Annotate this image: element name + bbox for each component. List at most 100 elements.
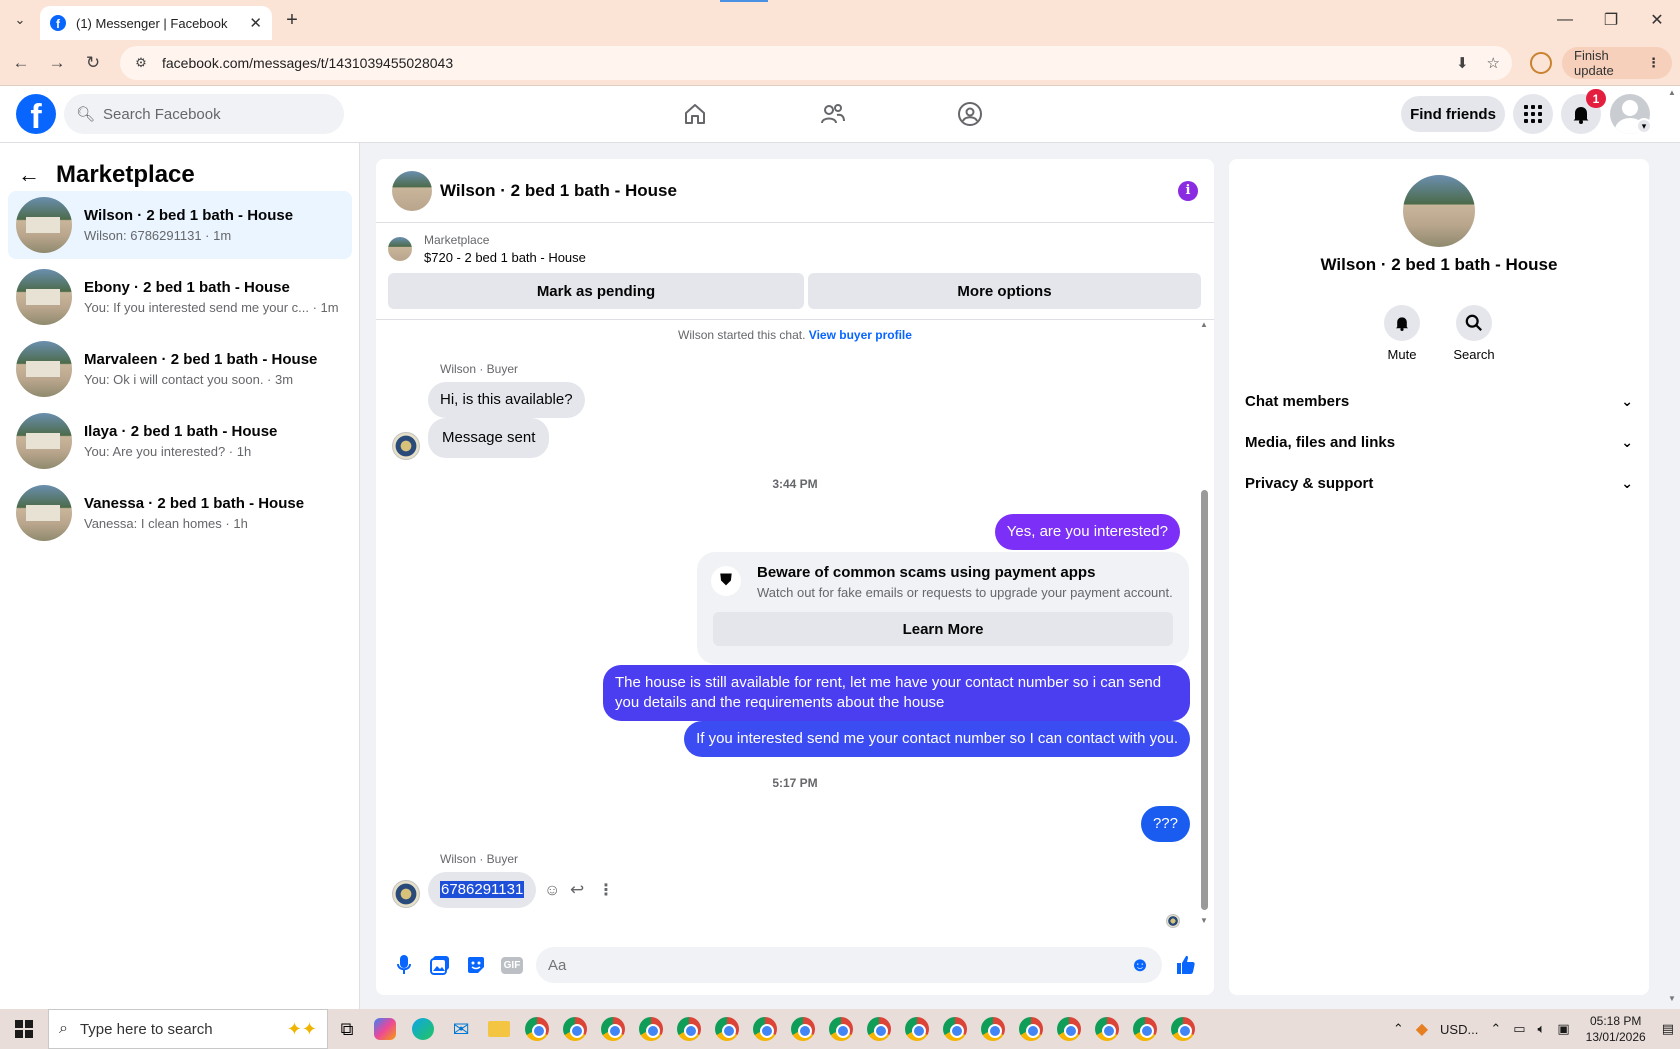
network-icon[interactable]: ▣	[1557, 1021, 1569, 1037]
message-bubble-outgoing[interactable]: If you interested send me your contact n…	[684, 721, 1190, 757]
battery-icon[interactable]: ▭	[1513, 1021, 1525, 1037]
message-bubble-incoming[interactable]: Hi, is this available?	[428, 382, 585, 418]
new-tab-plus-icon[interactable]: +	[280, 8, 304, 32]
reload-icon[interactable]: ↻	[80, 50, 106, 76]
view-buyer-profile-link[interactable]: View buyer profile	[809, 328, 912, 342]
currency-widget-icon[interactable]: ◆	[1416, 1019, 1428, 1039]
chat-members-section[interactable]: Chat members ⌄	[1245, 381, 1633, 421]
tab-close-icon[interactable]: ✕	[249, 14, 262, 32]
sticker-icon[interactable]	[458, 947, 494, 983]
notification-center-icon[interactable]: ▤	[1662, 1021, 1674, 1037]
chat-title[interactable]: Wilson · 2 bed 1 bath - House	[440, 181, 1178, 201]
mark-as-pending-button[interactable]: Mark as pending	[388, 273, 804, 309]
chrome-app-icon[interactable]	[1012, 1009, 1050, 1049]
chrome-app-icon[interactable]	[974, 1009, 1012, 1049]
message-bubble-outgoing[interactable]: The house is still available for rent, l…	[603, 665, 1190, 721]
reply-arrow-icon[interactable]: ↩	[570, 880, 584, 900]
site-info-icon[interactable]: ⚙	[132, 54, 150, 72]
message-scrollbar[interactable]: ▲ ▼	[1198, 320, 1210, 925]
scrollbar-thumb[interactable]	[1201, 490, 1208, 910]
scroll-down-arrow-icon[interactable]: ▼	[1200, 916, 1208, 925]
message-input[interactable]	[536, 947, 1162, 983]
chrome-app-icon[interactable]	[784, 1009, 822, 1049]
chrome-app-icon[interactable]	[936, 1009, 974, 1049]
sender-avatar[interactable]	[392, 880, 420, 908]
page-scroll-up-icon[interactable]: ▲	[1668, 88, 1676, 97]
more-options-button[interactable]: More options	[808, 273, 1201, 309]
message-bubble-outgoing[interactable]: ???	[1140, 806, 1190, 842]
browser-tab-messenger[interactable]: f (1) Messenger | Facebook ✕	[40, 6, 272, 40]
message-bubble-incoming[interactable]: 6786291131	[428, 872, 537, 908]
listing-summary[interactable]: Marketplace $720 - 2 bed 1 bath - House	[388, 233, 586, 265]
hidden-icons-chevron-icon[interactable]: ⌃	[1490, 1021, 1501, 1037]
tab-search-chevron-icon[interactable]: ⌄	[8, 8, 32, 32]
chrome-app-icon[interactable]	[1088, 1009, 1126, 1049]
back-arrow-icon[interactable]: ←	[8, 50, 34, 76]
currency-widget-label[interactable]: USD...	[1440, 1022, 1478, 1037]
scroll-up-arrow-icon[interactable]: ▲	[1200, 320, 1208, 329]
privacy-support-section[interactable]: Privacy & support ⌄	[1245, 463, 1633, 503]
volume-icon[interactable]: 🔈︎	[1538, 1021, 1546, 1037]
taskbar-search-box[interactable]: ⌕ Type here to search ✦✦	[48, 1009, 328, 1049]
react-smiley-icon[interactable]: ☺	[544, 882, 560, 900]
conversation-item-marvaleen[interactable]: Marvaleen · 2 bed 1 bath - House You: Ok…	[8, 335, 352, 403]
chrome-app-icon[interactable]	[860, 1009, 898, 1049]
finish-update-button[interactable]: Finish update ⋮	[1562, 47, 1672, 79]
emoji-smiley-icon[interactable]: ☻	[1122, 954, 1158, 977]
selected-phone-number[interactable]: 6786291131	[440, 881, 525, 898]
more-actions-icon[interactable]: ⋮	[598, 880, 614, 900]
facebook-search-input[interactable]: 🔍︎ Search Facebook	[64, 94, 344, 134]
search-in-conversation-button[interactable]: Search	[1444, 305, 1504, 362]
account-chevron-icon[interactable]: ▾	[1636, 118, 1652, 134]
message-bubble-incoming[interactable]: Message sent	[428, 418, 550, 458]
mail-icon[interactable]: ✉	[442, 1009, 480, 1049]
photo-gallery-icon[interactable]	[422, 947, 458, 983]
chrome-app-icon[interactable]	[1126, 1009, 1164, 1049]
home-icon[interactable]	[675, 96, 715, 132]
gif-icon[interactable]: GIF	[494, 947, 530, 983]
chrome-app-icon[interactable]	[822, 1009, 860, 1049]
address-bar[interactable]: ⚙ facebook.com/messages/t/14310394550280…	[120, 46, 1512, 80]
listing-profile-photo[interactable]	[1403, 175, 1475, 247]
install-app-icon[interactable]: ⬇	[1456, 54, 1469, 72]
back-arrow-icon[interactable]: ←	[18, 162, 40, 188]
chrome-app-icon[interactable]	[898, 1009, 936, 1049]
chrome-app-icon[interactable]	[1050, 1009, 1088, 1049]
chrome-app-icon[interactable]	[556, 1009, 594, 1049]
menu-grid-icon[interactable]	[1513, 94, 1553, 134]
copilot-icon[interactable]	[366, 1009, 404, 1049]
facebook-logo-icon[interactable]: f	[16, 94, 56, 134]
learn-more-button[interactable]: Learn More	[713, 612, 1173, 646]
taskbar-clock[interactable]: 05:18 PM 13/01/2026	[1586, 1013, 1646, 1045]
file-explorer-icon[interactable]	[480, 1009, 518, 1049]
edge-browser-icon[interactable]	[404, 1009, 442, 1049]
window-close-icon[interactable]: ✕	[1634, 6, 1680, 34]
chrome-app-icon[interactable]	[518, 1009, 556, 1049]
tray-overflow-chevron-icon[interactable]: ⌃	[1393, 1021, 1404, 1037]
conversation-item-vanessa[interactable]: Vanessa · 2 bed 1 bath - House Vanessa: …	[8, 479, 352, 547]
chrome-app-icon[interactable]	[594, 1009, 632, 1049]
task-view-icon[interactable]: ⧉	[328, 1009, 366, 1049]
microphone-icon[interactable]	[386, 947, 422, 983]
chat-listing-thumbnail[interactable]	[392, 170, 432, 211]
browser-menu-icon[interactable]: ⋮	[1647, 55, 1660, 71]
sender-avatar[interactable]	[392, 432, 420, 460]
find-friends-button[interactable]: Find friends	[1401, 96, 1505, 132]
page-scrollbar[interactable]: ▲ ▼	[1664, 88, 1680, 1008]
conversation-item-ilaya[interactable]: Ilaya · 2 bed 1 bath - House You: Are yo…	[8, 407, 352, 475]
forward-arrow-icon[interactable]: →	[44, 50, 70, 76]
browser-profile-icon[interactable]	[1530, 52, 1552, 74]
groups-icon[interactable]	[950, 96, 990, 132]
window-restore-icon[interactable]: ❐	[1588, 6, 1634, 34]
friends-icon[interactable]	[813, 96, 853, 132]
windows-start-icon[interactable]	[0, 1009, 48, 1049]
chrome-app-icon[interactable]	[708, 1009, 746, 1049]
thumbs-up-like-icon[interactable]	[1168, 947, 1204, 983]
conversation-item-ebony[interactable]: Ebony · 2 bed 1 bath - House You: If you…	[8, 263, 352, 331]
message-bubble-outgoing[interactable]: Yes, are you interested?	[994, 514, 1180, 550]
bookmark-star-icon[interactable]: ☆	[1487, 54, 1500, 72]
media-files-links-section[interactable]: Media, files and links ⌄	[1245, 422, 1633, 462]
chrome-app-icon[interactable]	[632, 1009, 670, 1049]
chrome-app-icon[interactable]	[670, 1009, 708, 1049]
chrome-app-icon[interactable]	[1164, 1009, 1202, 1049]
